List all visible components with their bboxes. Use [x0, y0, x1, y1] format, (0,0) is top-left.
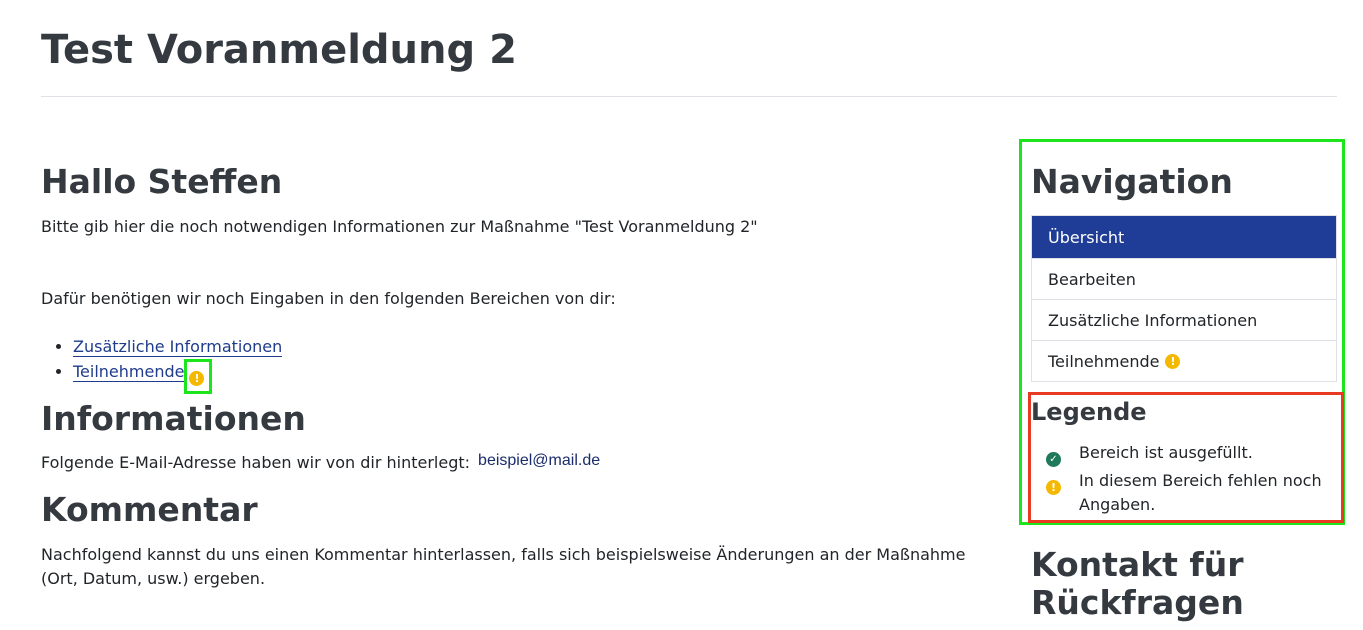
- link-teilnehmende[interactable]: Teilnehmende: [73, 362, 185, 382]
- link-zusaetzliche-informationen[interactable]: Zusätzliche Informationen: [73, 337, 283, 357]
- intro-text: Bitte gib hier die noch notwendigen Info…: [41, 217, 758, 236]
- email-text: Folgende E-Mail-Adresse haben wir von di…: [41, 453, 471, 472]
- highlight-box: !: [184, 359, 213, 394]
- check-circle-icon: ✓: [1046, 452, 1061, 467]
- email-info: Folgende E-Mail-Adresse haben wir von di…: [41, 451, 971, 476]
- nav-item-uebersicht[interactable]: Übersicht: [1032, 216, 1336, 258]
- contact-heading: Kontakt für Rückfragen: [1031, 545, 1244, 622]
- nav-item-zusaetzliche-informationen[interactable]: Zusätzliche Informationen: [1032, 299, 1336, 340]
- legend-text: Bereich ist ausgefüllt.: [1079, 443, 1253, 462]
- legend-item: ! In diesem Bereich fehlen noch Angaben.: [1046, 469, 1326, 517]
- required-sections-list: Zusätzliche Informationen Teilnehmende!: [41, 335, 971, 394]
- kommentar-heading: Kommentar: [41, 490, 258, 529]
- informationen-heading: Informationen: [41, 399, 306, 438]
- nav-item-label: Bearbeiten: [1048, 269, 1136, 289]
- page-title: Test Voranmeldung 2: [41, 27, 517, 73]
- legend-text: In diesem Bereich fehlen noch Angaben.: [1079, 471, 1322, 514]
- nav-item-label: Zusätzliche Informationen: [1048, 310, 1258, 330]
- nav-item-bearbeiten[interactable]: Bearbeiten: [1032, 258, 1336, 299]
- list-item: Zusätzliche Informationen: [73, 335, 971, 359]
- warning-icon: !: [189, 371, 205, 386]
- title-divider: [41, 96, 1337, 97]
- warning-circle-icon: !: [1046, 480, 1061, 495]
- list-item: Teilnehmende!: [73, 359, 971, 394]
- navigation-heading: Navigation: [1031, 162, 1233, 201]
- navigation-list: Übersicht Bearbeiten Zusätzliche Informa…: [1031, 215, 1337, 382]
- required-text: Dafür benötigen wir noch Eingaben in den…: [41, 289, 616, 308]
- legend-item: ✓ Bereich ist ausgefüllt.: [1046, 441, 1326, 469]
- greeting-heading: Hallo Steffen: [41, 162, 283, 201]
- legend-list: ✓ Bereich ist ausgefüllt. ! In diesem Be…: [1046, 441, 1326, 517]
- email-value: beispiel@mail.de: [478, 452, 601, 469]
- nav-item-label: Übersicht: [1048, 227, 1125, 247]
- kommentar-text: Nachfolgend kannst du uns einen Kommenta…: [41, 545, 966, 588]
- nav-item-label: Teilnehmende: [1048, 351, 1160, 371]
- warning-icon: !: [1165, 353, 1181, 369]
- legend-heading: Legende: [1031, 398, 1147, 426]
- main-content: Hallo Steffen Bitte gib hier die noch no…: [41, 160, 971, 591]
- nav-item-teilnehmende[interactable]: Teilnehmende !: [1032, 340, 1336, 381]
